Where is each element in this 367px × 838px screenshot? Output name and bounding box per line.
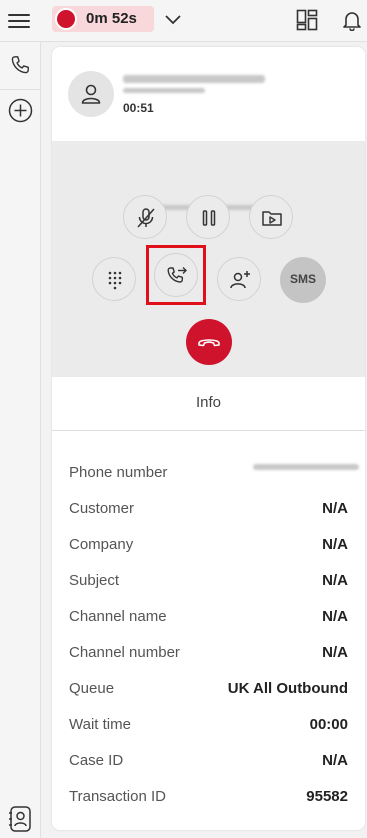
info-value: N/A [322, 572, 348, 589]
info-label: Channel number [69, 644, 180, 661]
info-value: N/A [322, 644, 348, 661]
add-participant-button[interactable] [217, 257, 261, 301]
tab-info[interactable]: Info [52, 377, 365, 431]
tab-info-label: Info [195, 394, 222, 411]
mute-button[interactable] [123, 195, 167, 239]
user-icon [81, 84, 101, 104]
caller-name-redacted [123, 75, 265, 83]
media-icon [262, 211, 282, 226]
info-row-company: Company N/A [52, 527, 365, 563]
info-label: Wait time [69, 716, 131, 733]
info-row-channel-name: Channel name N/A [52, 599, 365, 635]
record-dot-icon [55, 8, 77, 30]
media-button[interactable] [249, 195, 293, 239]
top-bar: 0m 52s [0, 0, 367, 42]
info-value: N/A [322, 500, 348, 517]
chevron-down-icon[interactable] [164, 10, 182, 28]
info-row-channel-number: Channel number N/A [52, 635, 365, 671]
keypad-icon [108, 271, 122, 290]
info-label: Subject [69, 572, 120, 589]
bell-icon[interactable] [341, 9, 363, 31]
call-duration: 00:51 [123, 101, 154, 115]
info-row-wait-time: Wait time 00:00 [52, 707, 365, 743]
rail-phone-button[interactable] [0, 50, 41, 82]
left-rail [0, 42, 41, 838]
transfer-highlight-box [146, 245, 206, 305]
call-card: 00:51 SMS Info Phone number Customer N/A… [52, 47, 365, 830]
contacts-icon[interactable] [7, 805, 34, 833]
info-label: Company [69, 536, 134, 553]
rail-divider [0, 89, 41, 90]
info-row-transaction-id: Transaction ID 95582 [52, 779, 365, 815]
mute-icon [137, 208, 155, 228]
info-row-subject: Subject N/A [52, 563, 365, 599]
info-label: Customer [69, 500, 135, 517]
info-value: N/A [322, 752, 348, 769]
call-timer: 0m 52s [86, 10, 137, 27]
info-value: 00:00 [309, 716, 348, 733]
add-participant-icon [230, 271, 250, 289]
info-value: N/A [322, 536, 348, 553]
info-row-customer: Customer N/A [52, 491, 365, 527]
avatar [68, 71, 114, 117]
layout-icon[interactable] [296, 9, 318, 31]
info-label: Transaction ID [69, 788, 166, 805]
info-label: Channel name [69, 608, 167, 625]
info-row-phone-number: Phone number [52, 455, 365, 491]
keypad-button[interactable] [92, 257, 136, 301]
info-value: UK All Outbound [227, 680, 348, 697]
call-timer-pill[interactable]: 0m 52s [52, 6, 154, 32]
info-label: Phone number [69, 464, 168, 481]
info-list: Phone number Customer N/A Company N/A Su… [52, 455, 365, 815]
info-label: Case ID [69, 752, 124, 769]
phone-icon [11, 56, 29, 74]
pause-icon [202, 210, 216, 226]
add-circle-icon[interactable] [8, 98, 33, 123]
menu-icon[interactable] [8, 10, 30, 30]
info-row-queue: Queue UK All Outbound [52, 671, 365, 707]
phone-number-redacted [253, 464, 359, 470]
end-call-button[interactable] [186, 319, 232, 365]
hold-button[interactable] [186, 195, 230, 239]
caller-detail-redacted [123, 88, 205, 93]
info-value: N/A [322, 608, 348, 625]
call-controls: SMS [52, 141, 365, 377]
info-row-case-id: Case ID N/A [52, 743, 365, 779]
sms-button[interactable]: SMS [280, 257, 326, 303]
caller-header: 00:51 [52, 47, 365, 141]
sms-label: SMS [289, 272, 316, 286]
hang-up-icon [198, 339, 220, 347]
info-label: Queue [69, 680, 115, 697]
info-value: 95582 [306, 788, 348, 805]
